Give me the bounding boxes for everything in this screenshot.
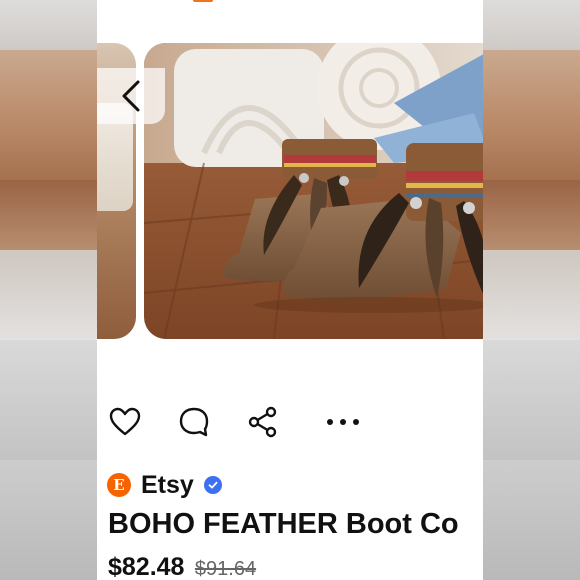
status-bar-indicator [193,0,213,2]
image-carousel[interactable] [97,43,483,339]
product-image[interactable] [144,43,483,339]
more-dots-icon [327,419,359,425]
heart-icon [109,407,141,436]
action-bar [97,404,483,440]
more-button[interactable] [325,404,361,440]
share-icon [248,406,277,438]
chevron-left-icon [122,80,140,112]
back-button[interactable] [97,68,165,124]
shop-name[interactable]: Etsy [141,471,194,500]
comment-bubble-icon [179,407,209,437]
shop-row[interactable]: E Etsy [107,470,222,500]
product-title: BOHO FEATHER Boot Co [108,508,459,540]
comment-button[interactable] [176,404,212,440]
verified-check-icon [203,476,222,494]
current-price: $82.48 [108,553,185,580]
share-button[interactable] [245,404,281,440]
original-price: $91.64 [194,558,257,580]
app-screen: E Etsy BOHO FEATHER Boot Co $82.48 $91.6… [97,0,483,580]
boots-photo [144,43,483,339]
like-button[interactable] [107,404,143,440]
price-row: $82.48 $91.64 [108,553,256,580]
shop-logo[interactable]: E [107,473,131,497]
